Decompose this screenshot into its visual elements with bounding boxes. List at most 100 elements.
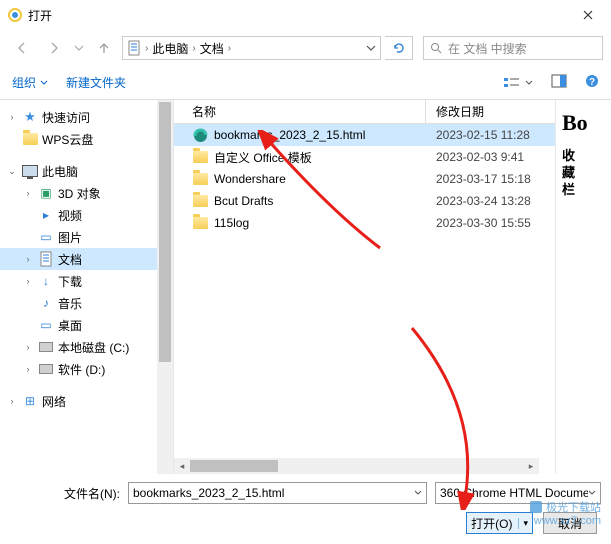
- chevron-down-icon[interactable]: [366, 43, 376, 53]
- tree-network[interactable]: ›⊞网络: [0, 390, 173, 412]
- new-folder-button[interactable]: 新建文件夹: [66, 74, 126, 91]
- tree-music[interactable]: ♪音乐: [0, 292, 173, 314]
- file-row[interactable]: Wondershare2023-03-17 15:18: [174, 168, 555, 190]
- download-icon: ↓: [38, 273, 54, 289]
- network-icon: ⊞: [22, 393, 38, 409]
- scroll-left-button[interactable]: ◂: [174, 458, 190, 474]
- scrollbar-thumb[interactable]: [159, 102, 171, 362]
- tree-videos[interactable]: ▸视频: [0, 204, 173, 226]
- music-icon: ♪: [38, 295, 54, 311]
- column-date[interactable]: 修改日期: [426, 100, 536, 123]
- chevron-down-icon: [588, 489, 596, 497]
- file-date: 2023-03-30 15:55: [426, 216, 536, 230]
- column-name[interactable]: 名称: [174, 100, 426, 123]
- chevron-down-icon[interactable]: ⌄: [6, 166, 18, 177]
- file-row[interactable]: Bcut Drafts2023-03-24 13:28: [174, 190, 555, 212]
- tree-desktop[interactable]: ▭桌面: [0, 314, 173, 336]
- drive-icon: [38, 339, 54, 355]
- view-options-button[interactable]: [503, 76, 533, 90]
- filename-label: 文件名(N):: [10, 485, 120, 502]
- cancel-button[interactable]: 取消: [543, 512, 597, 534]
- file-row[interactable]: 自定义 Office 模板2023-02-03 9:41: [174, 146, 555, 168]
- close-button[interactable]: [573, 3, 603, 27]
- pc-icon: [22, 163, 38, 179]
- tree-quick-access[interactable]: ›★快速访问: [0, 106, 173, 128]
- tree-pictures[interactable]: ▭图片: [0, 226, 173, 248]
- tree-this-pc[interactable]: ⌄ 此电脑: [0, 160, 173, 182]
- horizontal-scrollbar[interactable]: ◂ ▸: [174, 458, 539, 474]
- nav-up-button[interactable]: [90, 36, 118, 60]
- file-name: Wondershare: [214, 172, 286, 186]
- wps-icon: [22, 131, 38, 147]
- tree-label: 本地磁盘 (C:): [58, 339, 129, 356]
- close-icon: [583, 10, 593, 20]
- tree-label: 文档: [58, 251, 82, 268]
- tree-label: 视频: [58, 207, 82, 224]
- chevron-right-icon[interactable]: ›: [6, 112, 18, 122]
- documents-folder-icon: [127, 40, 141, 56]
- tree-label: 快速访问: [42, 109, 90, 126]
- tree-3d-objects[interactable]: ›▣3D 对象: [0, 182, 173, 204]
- tree-label: 图片: [58, 229, 82, 246]
- scrollbar-thumb[interactable]: [190, 460, 278, 472]
- chevron-right-icon: ›: [192, 43, 195, 54]
- help-button[interactable]: ?: [585, 74, 599, 91]
- preview-pane-button[interactable]: [551, 74, 567, 91]
- tree-documents[interactable]: ›文档: [0, 248, 173, 270]
- titlebar: 打开: [0, 0, 611, 30]
- breadcrumb[interactable]: › 此电脑 › 文档 ›: [122, 36, 381, 60]
- preview-pane: Bo 收 藏 栏: [555, 100, 611, 474]
- chevron-down-icon: [74, 43, 84, 53]
- file-list: 名称 修改日期 bookmarks_2023_2_15.html2023-02-…: [174, 100, 555, 474]
- tree-scrollbar[interactable]: [157, 100, 173, 474]
- tree-drive-c[interactable]: ›本地磁盘 (C:): [0, 336, 173, 358]
- folder-icon: [192, 171, 208, 187]
- file-name: 自定义 Office 模板: [214, 149, 312, 166]
- breadcrumb-thispc[interactable]: 此电脑: [152, 40, 188, 57]
- open-dropdown[interactable]: ▾: [518, 518, 528, 529]
- tree-wps[interactable]: WPS云盘: [0, 128, 173, 150]
- search-input[interactable]: 在 文档 中搜索: [423, 36, 603, 60]
- filename-input[interactable]: bookmarks_2023_2_15.html: [128, 482, 427, 504]
- refresh-icon: [393, 42, 405, 54]
- cube-icon: ▣: [38, 185, 54, 201]
- app-icon: [8, 8, 22, 22]
- chevron-right-icon: ›: [145, 43, 148, 54]
- main-area: ›★快速访问 WPS云盘 ⌄此电脑 ›▣3D 对象 ▸视频 ▭图片 ›文档 ›↓…: [0, 100, 611, 474]
- chevron-right-icon: ›: [228, 43, 231, 54]
- pictures-icon: ▭: [38, 229, 54, 245]
- window-title: 打开: [28, 7, 52, 24]
- drive-icon: [38, 361, 54, 377]
- file-row[interactable]: bookmarks_2023_2_15.html2023-02-15 11:28: [174, 124, 555, 146]
- tree-downloads[interactable]: ›↓下载: [0, 270, 173, 292]
- search-icon: [430, 42, 442, 54]
- breadcrumb-documents[interactable]: 文档: [200, 40, 224, 57]
- documents-icon: [38, 251, 54, 267]
- scroll-right-button[interactable]: ▸: [523, 458, 539, 474]
- navbar: › 此电脑 › 文档 › 在 文档 中搜索: [0, 30, 611, 66]
- desktop-icon: ▭: [38, 317, 54, 333]
- tree-label: 音乐: [58, 295, 82, 312]
- open-button[interactable]: 打开(O)▾: [466, 512, 533, 534]
- chevron-down-icon[interactable]: [414, 489, 422, 497]
- video-icon: ▸: [38, 207, 54, 223]
- file-date: 2023-03-24 13:28: [426, 194, 536, 208]
- refresh-button[interactable]: [385, 36, 413, 60]
- preview-text: 收 藏 栏: [562, 148, 607, 199]
- tree-label: WPS云盘: [42, 131, 93, 148]
- tree-label: 软件 (D:): [58, 361, 105, 378]
- nav-forward-button[interactable]: [40, 36, 68, 60]
- file-list-header: 名称 修改日期: [174, 100, 555, 124]
- nav-back-button[interactable]: [8, 36, 36, 60]
- file-row[interactable]: 115log2023-03-30 15:55: [174, 212, 555, 234]
- tree-drive-d[interactable]: ›软件 (D:): [0, 358, 173, 380]
- tree-label: 桌面: [58, 317, 82, 334]
- filetype-select[interactable]: 360 Chrome HTML Documen: [435, 482, 601, 504]
- view-list-icon: [503, 76, 523, 90]
- organize-button[interactable]: 组织: [12, 74, 48, 91]
- arrow-up-icon: [97, 41, 111, 55]
- folder-icon: [192, 193, 208, 209]
- tree-label: 此电脑: [42, 163, 78, 180]
- nav-history-dropdown[interactable]: [72, 36, 86, 60]
- svg-text:?: ?: [589, 77, 595, 88]
